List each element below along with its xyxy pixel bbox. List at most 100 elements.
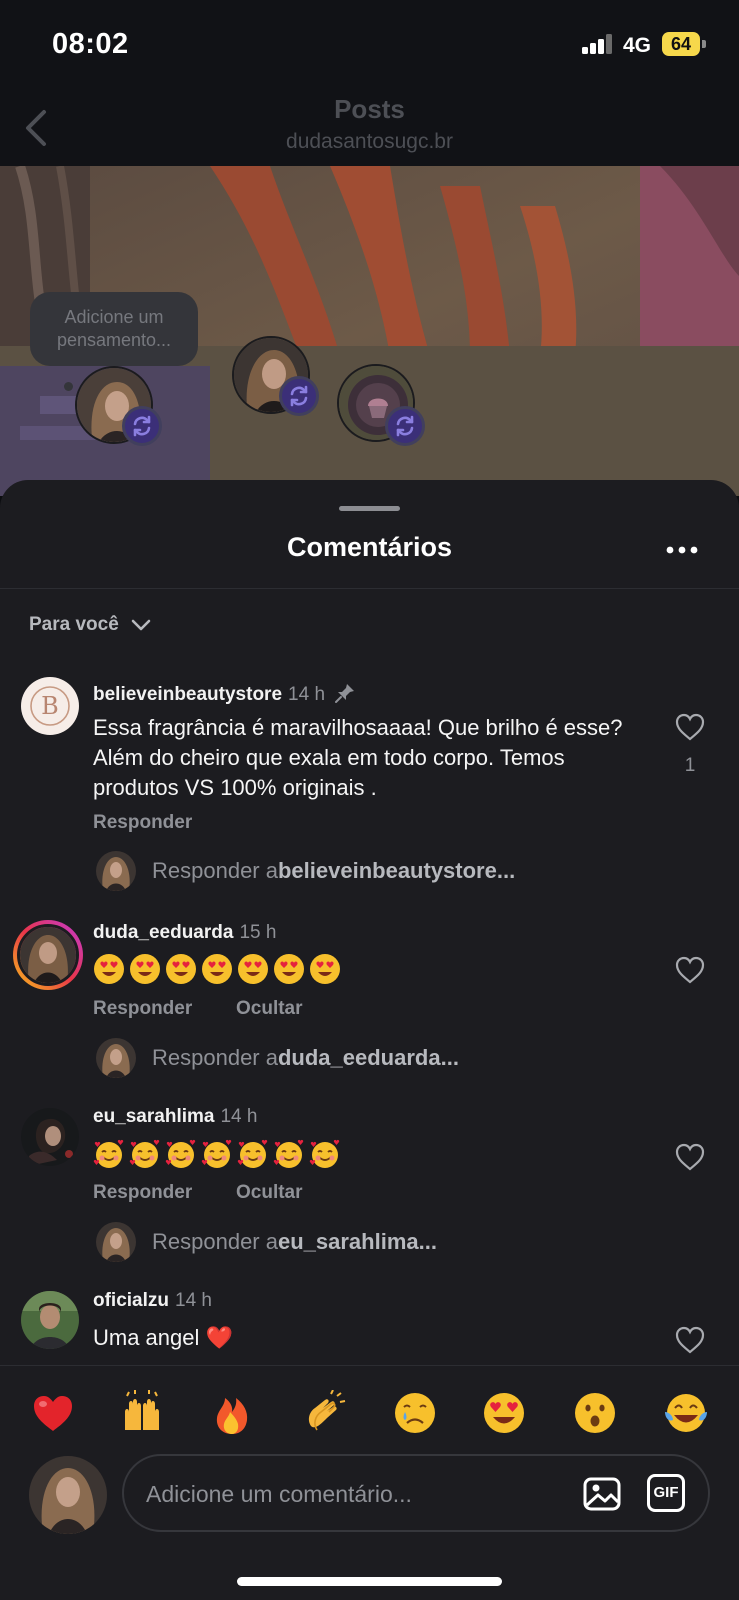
cellular-signal-icon [582, 34, 616, 54]
heart-eyes-reaction-icon[interactable] [481, 1390, 527, 1436]
reply-target: believeinbeautystore... [277, 858, 516, 883]
battery-icon: 64 [662, 32, 700, 56]
smiling-face-with-hearts-icon [273, 1139, 304, 1168]
comment-input[interactable] [146, 1478, 546, 1510]
red-heart-reaction-icon[interactable] [30, 1390, 76, 1436]
commenter-avatar[interactable] [21, 1108, 79, 1166]
crying-face-reaction-icon[interactable] [392, 1390, 438, 1436]
home-indicator [237, 1577, 502, 1586]
reply-button[interactable]: Responder [93, 1182, 192, 1204]
comment-header: duda_eeduarda 15 h [93, 922, 276, 944]
commenter-avatar[interactable] [21, 1291, 79, 1349]
reply-avatar [96, 851, 136, 891]
heart-eyes-emoji-icon [202, 954, 232, 984]
thought-bubble-tail [64, 382, 73, 391]
heart-eyes-emoji-icon [274, 954, 304, 984]
pin-icon [335, 684, 355, 703]
portrait-icon [20, 927, 76, 983]
commenter-avatar[interactable]: B [21, 677, 79, 735]
tears-of-joy-reaction-icon[interactable] [663, 1390, 709, 1436]
repost-icon [290, 385, 308, 407]
comment-username[interactable]: believeinbeautystore [93, 684, 282, 705]
smiling-face-with-hearts-icon [201, 1139, 232, 1168]
comment-emoji-text [93, 1138, 345, 1170]
reply-button[interactable]: Responder [93, 998, 192, 1020]
brand-logo-icon: B [21, 677, 79, 735]
heart-eyes-emoji-icon [94, 954, 124, 984]
post-header: Posts dudasantosugc.br [0, 90, 739, 166]
reply-target: eu_sarahlima... [277, 1229, 437, 1254]
sheet-grabber[interactable] [339, 506, 400, 511]
comment-filter-dropdown[interactable]: Para você [29, 614, 151, 636]
surprised-face-reaction-icon[interactable] [572, 1390, 618, 1436]
hide-button[interactable]: Ocultar [236, 1182, 303, 1204]
smiling-face-with-hearts-icon [93, 1139, 124, 1168]
comment-time: 14 h [175, 1290, 212, 1311]
comment-header: eu_sarahlima 14 h [93, 1106, 257, 1128]
battery-tip [702, 40, 706, 48]
smiling-face-with-hearts-icon [237, 1139, 268, 1168]
repost-badge-icon [122, 406, 162, 446]
heart-eyes-emoji-icon [166, 954, 196, 984]
reply-avatar [96, 1222, 136, 1262]
comment-header: believeinbeautystore 14 h [93, 682, 356, 706]
hide-button[interactable]: Ocultar [236, 998, 303, 1020]
network-type: 4G [623, 34, 652, 57]
portrait-icon [96, 851, 136, 891]
gallery-image-icon[interactable] [582, 1474, 622, 1514]
reply-avatar [96, 1038, 136, 1078]
raising-hands-reaction-icon[interactable] [119, 1390, 165, 1436]
repost-badge-icon [385, 406, 425, 446]
reply-composer-row[interactable]: Responder a believeinbeautystore... [96, 851, 515, 891]
repost-badge-icon [279, 376, 319, 416]
smiling-face-with-hearts-icon [309, 1139, 340, 1168]
portrait-icon [29, 1456, 107, 1534]
page-subtitle: dudasantosugc.br [286, 130, 453, 153]
commenter-avatar-story-ring[interactable] [13, 920, 83, 990]
fire-reaction-icon[interactable] [209, 1390, 255, 1436]
heart-eyes-emoji-icon [130, 954, 160, 984]
portrait-icon [96, 1222, 136, 1262]
gif-button[interactable]: GIF [647, 1474, 685, 1512]
comment-text: Uma angel ❤️ [93, 1325, 233, 1350]
sheet-divider [0, 588, 739, 589]
smiling-face-with-hearts-icon [129, 1139, 160, 1168]
comment-time: 14 h [220, 1106, 258, 1127]
heart-eyes-emoji-icon [238, 954, 268, 984]
comment-text: Essa fragrância é maravilhosaaaa! Que br… [93, 715, 623, 800]
reply-composer-row[interactable]: Responder a duda_eeduarda... [96, 1038, 459, 1078]
like-heart-icon[interactable] [674, 1325, 706, 1355]
gif-label: GIF [653, 1484, 679, 1501]
comment-username[interactable]: duda_eeduarda [93, 922, 233, 943]
more-options-icon[interactable] [662, 538, 702, 562]
comment-time: 14 h [288, 684, 326, 705]
repost-icon [396, 415, 414, 437]
status-bar: 08:02 4G 64 [0, 0, 739, 90]
current-user-avatar [29, 1456, 107, 1534]
like-heart-icon[interactable] [674, 1142, 706, 1172]
reply-target: duda_eeduarda... [277, 1045, 459, 1070]
comment-username[interactable]: eu_sarahlima [93, 1106, 214, 1127]
reply-prompt: Responder a [152, 858, 278, 883]
chevron-down-icon [131, 619, 151, 631]
clapping-hands-reaction-icon[interactable] [301, 1390, 347, 1436]
like-count: 1 [684, 755, 696, 776]
repost-icon [133, 415, 151, 437]
smiling-face-with-hearts-icon [165, 1139, 196, 1168]
like-heart-icon[interactable] [674, 955, 706, 985]
reply-composer-row[interactable]: Responder a eu_sarahlima... [96, 1222, 437, 1262]
comment-header: oficialzu 14 h [93, 1290, 212, 1312]
sheet-title: Comentários [286, 532, 453, 562]
portrait-icon [96, 1038, 136, 1078]
comment-username[interactable]: oficialzu [93, 1290, 169, 1311]
reply-prompt: Responder a [152, 1045, 278, 1070]
reply-button[interactable]: Responder [93, 812, 192, 834]
status-time: 08:02 [52, 28, 129, 60]
svg-text:B: B [41, 692, 59, 720]
heart-eyes-emoji-icon [310, 954, 340, 984]
comment-emoji-text [93, 953, 345, 985]
page-title: Posts [334, 94, 405, 124]
thought-bubble[interactable]: Adicione um pensamento... [30, 292, 198, 366]
filter-label: Para você [29, 614, 119, 635]
like-heart-icon[interactable] [674, 712, 706, 742]
